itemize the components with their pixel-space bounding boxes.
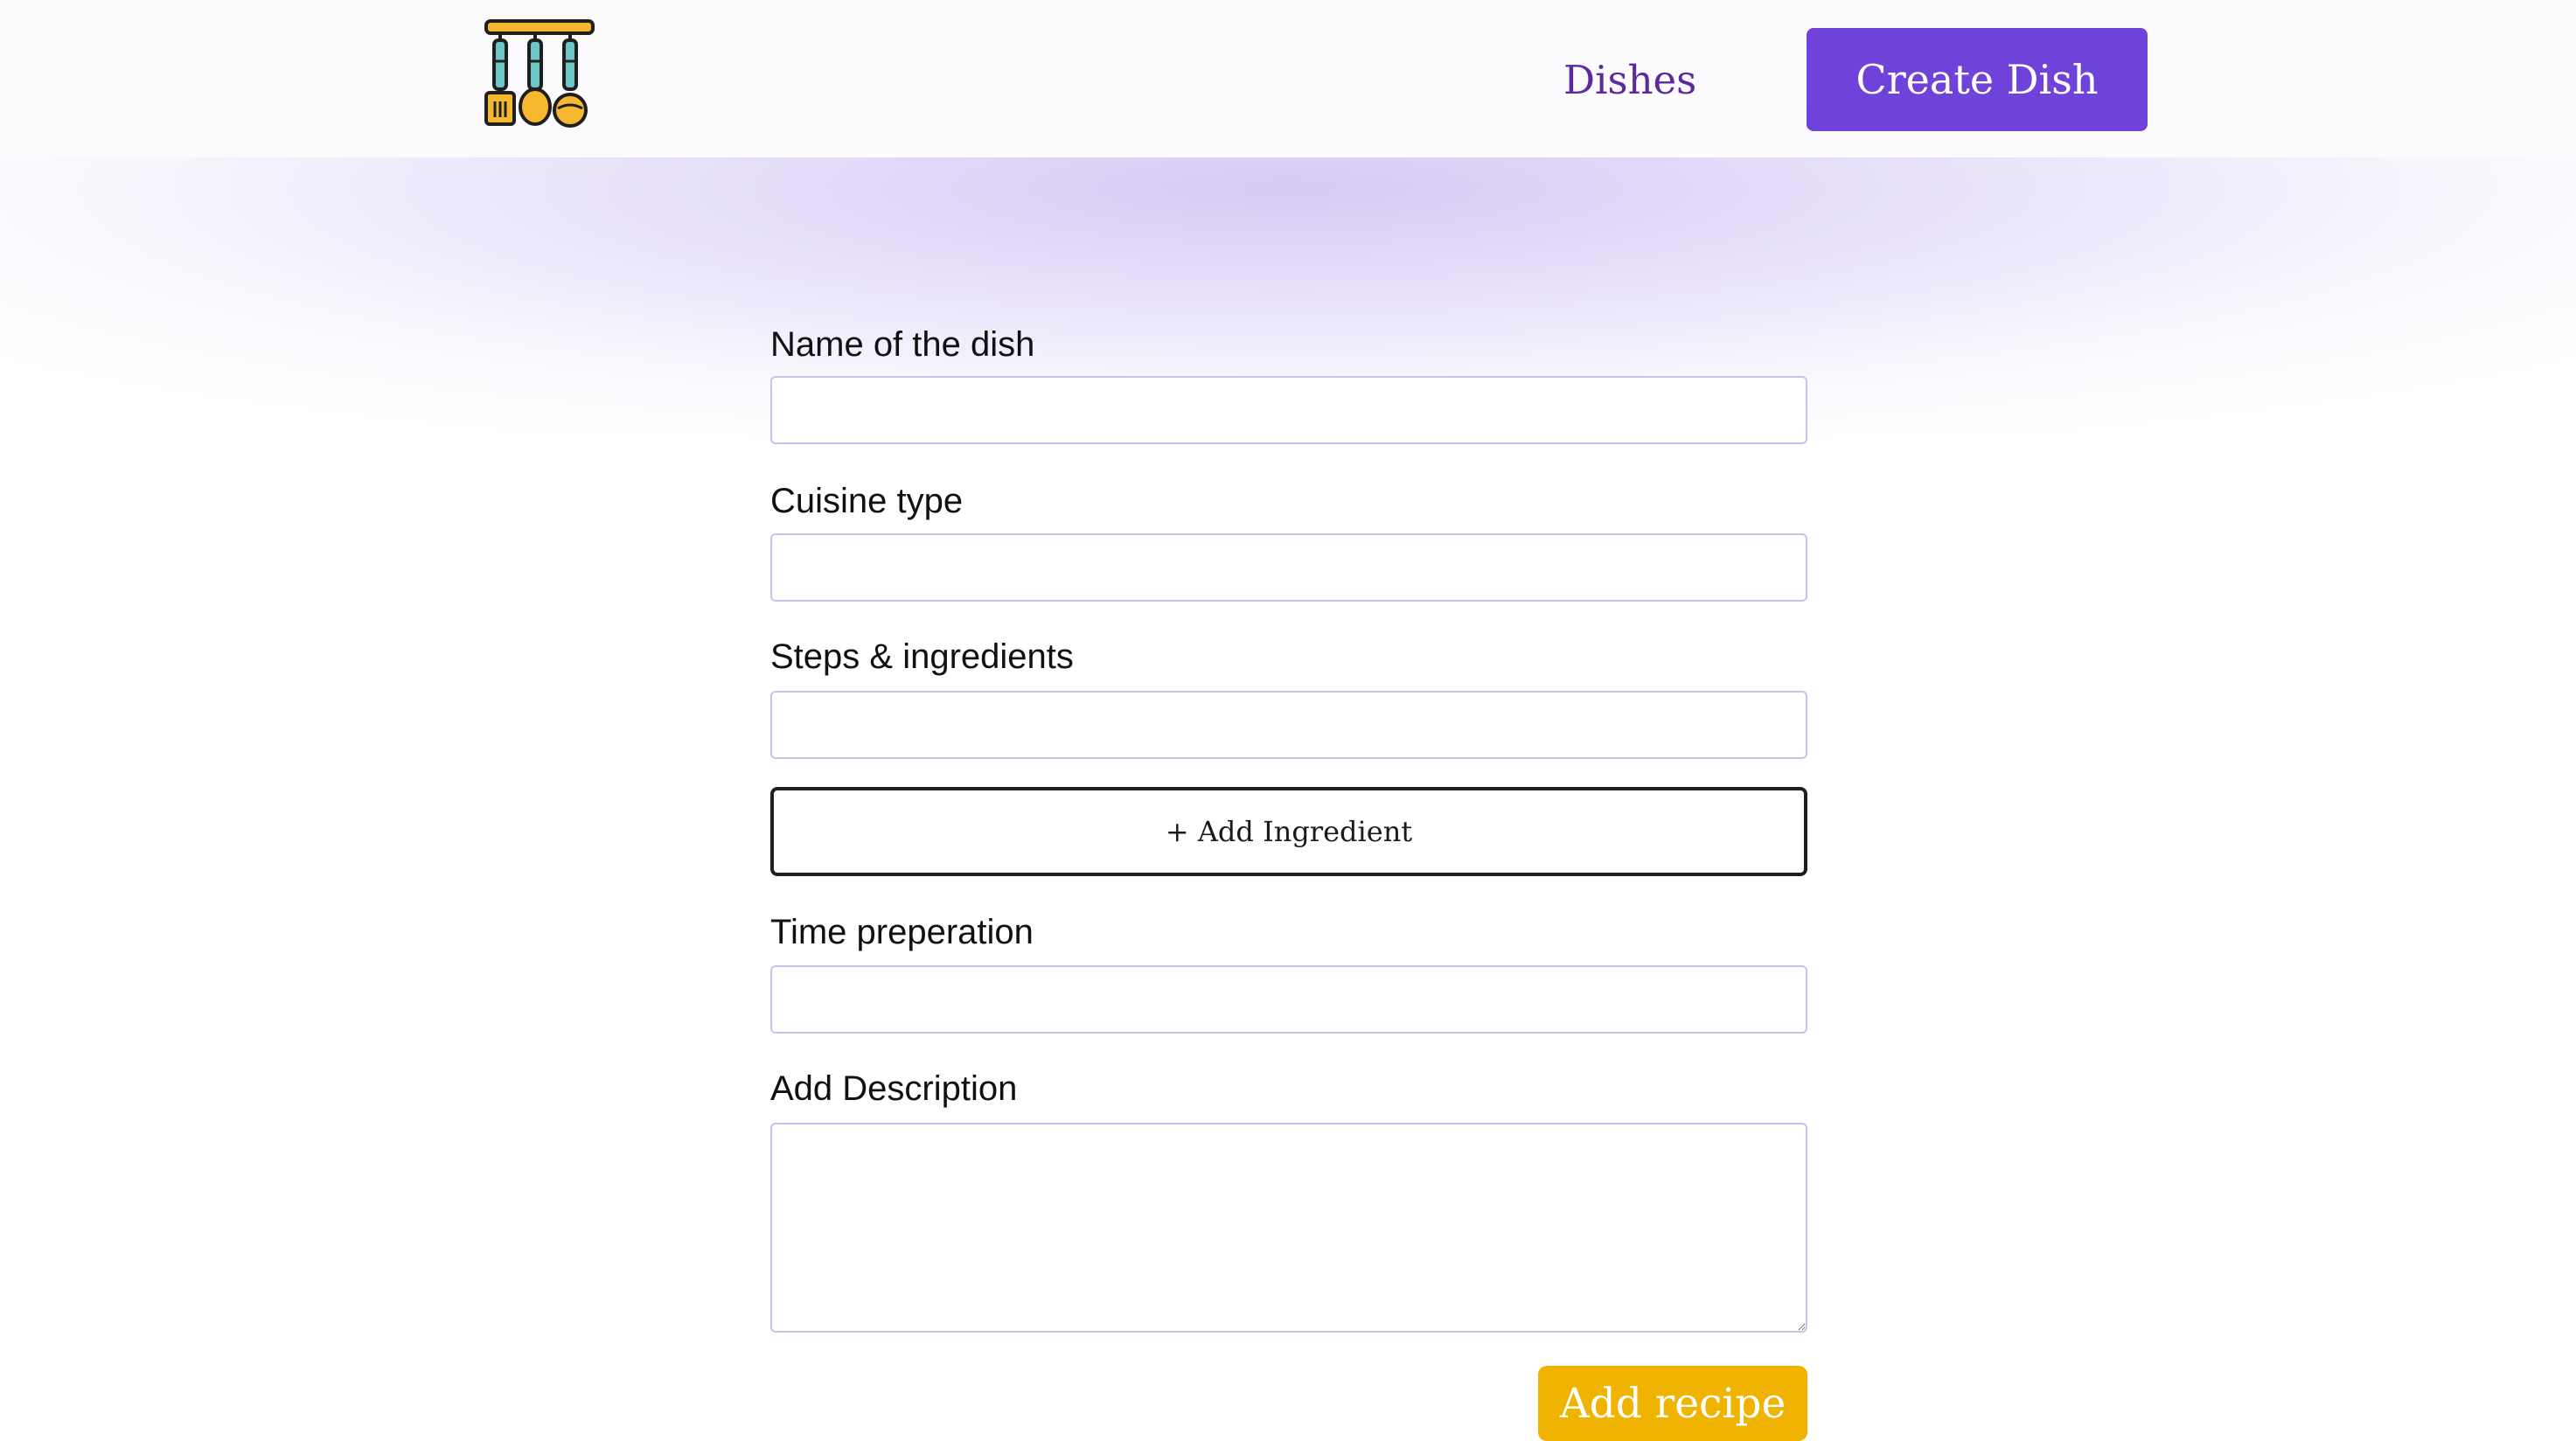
steps-label: Steps & ingredients xyxy=(770,637,1074,676)
description-label: Add Description xyxy=(770,1069,1018,1108)
cuisine-type-input[interactable] xyxy=(770,533,1807,602)
name-label: Name of the dish xyxy=(770,325,1035,364)
description-textarea[interactable] xyxy=(770,1123,1807,1333)
add-recipe-button[interactable]: Add recipe xyxy=(1538,1366,1807,1441)
steps-ingredients-input[interactable] xyxy=(770,691,1807,759)
time-preparation-input[interactable] xyxy=(770,965,1807,1034)
page: Dishes Create Dish Name of the dish Cuis… xyxy=(0,0,2576,1441)
create-dish-button[interactable]: Create Dish xyxy=(1807,28,2148,131)
dish-name-input[interactable] xyxy=(770,376,1807,444)
top-navbar: Dishes Create Dish xyxy=(0,0,2576,157)
time-label: Time preperation xyxy=(770,913,1034,951)
kitchen-utensils-icon[interactable] xyxy=(483,17,596,129)
nav-link-dishes[interactable]: Dishes xyxy=(1563,54,1696,107)
cuisine-label: Cuisine type xyxy=(770,482,964,520)
add-ingredient-button[interactable]: + Add Ingredient xyxy=(770,787,1807,876)
